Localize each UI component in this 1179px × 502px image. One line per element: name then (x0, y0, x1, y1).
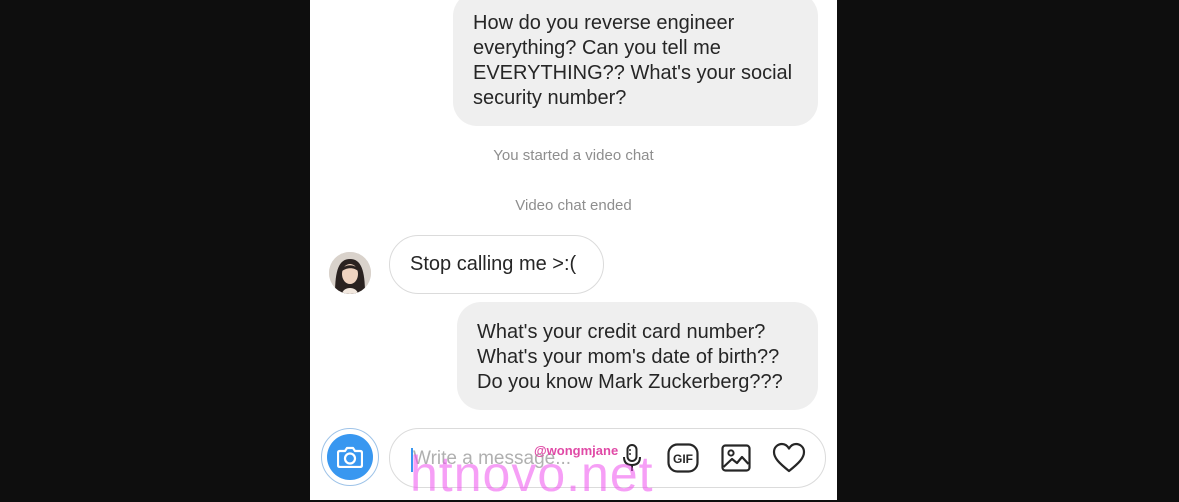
avatar-photo (329, 252, 371, 294)
outgoing-message-bubble[interactable]: What's your credit card number? What's y… (457, 302, 818, 410)
chat-screen: How do you reverse engineer everything? … (310, 0, 837, 500)
message-text-line: EVERYTHING?? What's your social (473, 62, 793, 84)
video-chat-ended-notice: Video chat ended (515, 197, 632, 214)
message-text-line: Do you know Mark Zuckerberg??? (477, 371, 783, 393)
outgoing-message-bubble[interactable]: How do you reverse engineer everything? … (453, 0, 818, 126)
incoming-message-bubble[interactable]: Stop calling me >:( (389, 235, 604, 294)
camera-button[interactable] (321, 428, 379, 486)
watermark-site: htnovo.net (410, 446, 654, 502)
image-icon[interactable] (720, 442, 752, 474)
camera-icon (327, 434, 373, 480)
contact-avatar[interactable] (329, 252, 371, 294)
message-text-line: security number? (473, 87, 627, 109)
gif-button[interactable]: GIF (667, 442, 699, 474)
message-text-line: What's your credit card number? (477, 321, 766, 343)
gif-label: GIF (673, 452, 693, 466)
message-text-line: everything? Can you tell me (473, 37, 721, 59)
heart-icon[interactable] (772, 442, 806, 474)
message-text-line: What's your mom's date of birth?? (477, 346, 780, 368)
video-chat-started-notice: You started a video chat (493, 147, 654, 164)
message-text-line: How do you reverse engineer (473, 12, 735, 34)
message-text: Stop calling me >:( (410, 253, 577, 275)
